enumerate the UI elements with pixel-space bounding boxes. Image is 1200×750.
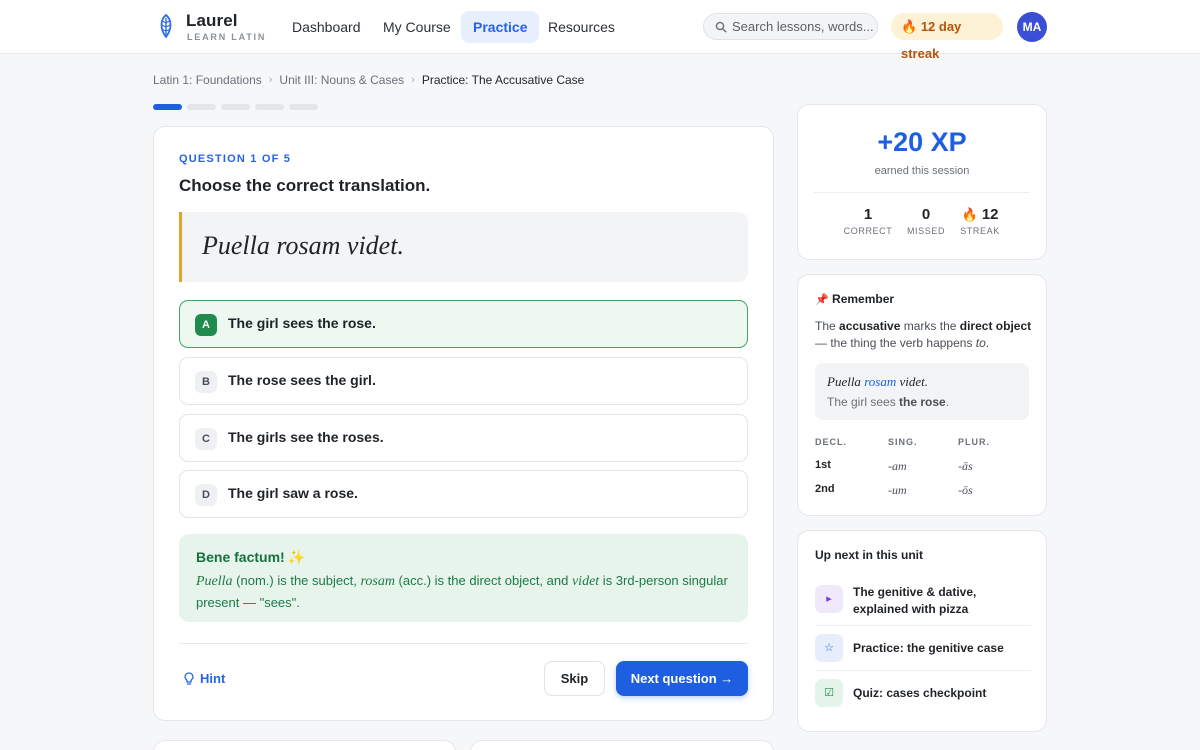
option-key: A [195, 314, 217, 336]
nav-practice[interactable]: Practice [461, 11, 540, 43]
progress-segment [221, 104, 250, 110]
table-cell-plur: -ās [958, 459, 973, 473]
nav-dashboard[interactable]: Dashboard [280, 11, 373, 43]
answer-option-b[interactable]: B The rose sees the girl. [179, 357, 748, 405]
remember-card: 📌 Remember The accusative marks the dire… [797, 274, 1047, 516]
breadcrumb-item-unit[interactable]: Unit III: Nouns & Cases [279, 73, 404, 87]
up-next-title: Up next in this unit [815, 548, 923, 562]
question-prompt: Choose the correct translation. [179, 176, 431, 195]
nav-my-course[interactable]: My Course [371, 11, 463, 43]
feedback-panel: Bene factum! ✨ Puella (nom.) is the subje… [179, 534, 748, 622]
top-navigation-bar: Laurel LEARN LATIN Dashboard My Course P… [0, 0, 1200, 61]
laurel-logo-icon[interactable] [157, 14, 175, 38]
up-next-card: Up next in this unit ▸ The genitive & da… [797, 530, 1047, 732]
answer-option-a[interactable]: A The girl sees the rose. [179, 300, 748, 348]
app-tagline: LEARN LATIN [187, 32, 267, 42]
chevron-right-icon: › [411, 73, 415, 86]
nav-resources[interactable]: Resources [536, 11, 627, 43]
example-english: The girl sees the rose. [827, 395, 950, 409]
option-text: The girl saw a rose. [228, 485, 358, 501]
search-icon [715, 21, 727, 33]
remember-example: Puella rosam videt. The girl sees the ro… [815, 363, 1029, 420]
breadcrumb-item-course[interactable]: Latin 1: Foundations [153, 73, 262, 87]
stat-streak: 🔥 12 STREAK [960, 206, 1000, 236]
divider [815, 625, 1031, 626]
streak-badge[interactable]: 🔥 12 day streak [891, 13, 1003, 61]
latin-sentence: Puella rosam videt. [202, 231, 404, 260]
checkbox-icon: ☑ [815, 679, 843, 707]
up-next-item[interactable]: ▸ The genitive & dative, explained with … [815, 584, 1031, 620]
answer-option-c[interactable]: C The girls see the roses. [179, 414, 748, 462]
divider [179, 643, 748, 644]
hint-label: Hint [200, 671, 226, 686]
stat-correct: 1 CORRECT [843, 206, 893, 236]
lower-card [153, 740, 456, 750]
up-next-item[interactable]: ☑ Quiz: cases checkpoint [815, 679, 1031, 709]
search-input[interactable] [732, 14, 874, 39]
progress-segment [187, 104, 216, 110]
divider [814, 192, 1030, 193]
breadcrumb: Latin 1: Foundations › Unit III: Nouns & C… [153, 72, 584, 87]
up-next-item-label: Quiz: cases checkpoint [853, 686, 987, 700]
option-key: B [195, 371, 217, 393]
up-next-item-label: The genitive & dative, explained with pi… [853, 585, 977, 616]
example-latin: Puella rosam videt. [827, 374, 928, 389]
remember-text: The accusative marks the direct object —… [815, 319, 1032, 350]
search-box [703, 13, 878, 40]
divider [815, 670, 1031, 671]
progress-segment [289, 104, 318, 110]
table-header-plur: PLUR. [958, 437, 990, 447]
up-next-item-label: Practice: the genitive case [853, 641, 1004, 655]
table-cell-decl: 2nd [815, 483, 835, 495]
play-icon: ▸ [815, 585, 843, 613]
table-header-sing: SING. [888, 437, 918, 447]
table-cell-decl: 1st [815, 459, 831, 471]
table-cell-plur: -ōs [958, 483, 973, 497]
option-text: The girl sees the rose. [228, 315, 376, 331]
session-xp-card: +20 XP earned this session 1 CORRECT 0 M… [797, 104, 1047, 260]
feedback-title: Bene factum! ✨ [196, 549, 306, 565]
latin-sentence-box: Puella rosam videt. [179, 212, 748, 282]
option-text: The rose sees the girl. [228, 372, 376, 388]
progress-segment [153, 104, 182, 110]
table-header-decl: DECL. [815, 437, 847, 447]
fire-icon: 🔥 [901, 19, 918, 34]
table-cell-sing: -um [888, 483, 907, 497]
up-next-item[interactable]: ☆ Practice: the genitive case [815, 634, 1031, 664]
table-cell-sing: -am [888, 459, 907, 473]
chevron-right-icon: › [268, 73, 273, 86]
fire-icon: 🔥 [961, 207, 978, 222]
star-icon: ☆ [815, 634, 843, 662]
lower-card [470, 740, 774, 750]
option-key: D [195, 484, 217, 506]
question-card: QUESTION 1 OF 5 Choose the correct trans… [153, 126, 774, 721]
progress-segment [255, 104, 284, 110]
option-text: The girls see the roses. [228, 429, 384, 445]
hint-button[interactable]: Hint [184, 671, 225, 686]
breadcrumb-item-current: Practice: The Accusative Case [421, 72, 585, 87]
answer-option-d[interactable]: D The girl saw a rose. [179, 470, 748, 518]
user-avatar[interactable]: MA [1017, 12, 1047, 42]
stat-missed: 0 MISSED [906, 206, 946, 236]
sparkle-icon: ✨ [287, 549, 306, 565]
xp-earned: +20 XP [877, 127, 967, 157]
option-key: C [195, 428, 217, 450]
feedback-explanation: Puella (nom.) is the subject, rosam (acc… [196, 573, 728, 610]
question-counter: QUESTION 1 OF 5 [179, 153, 292, 165]
xp-caption: earned this session [874, 165, 970, 177]
pushpin-icon: 📌 [815, 294, 829, 306]
lightbulb-icon [184, 672, 194, 685]
skip-button[interactable]: Skip [544, 661, 605, 696]
remember-title: 📌 Remember [815, 292, 895, 306]
next-question-button[interactable]: Next question → [616, 661, 748, 696]
app-name[interactable]: Laurel [186, 11, 238, 31]
